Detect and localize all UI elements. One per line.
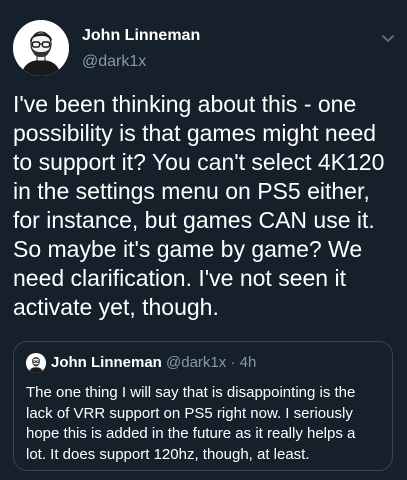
person-avatar-icon xyxy=(26,353,46,373)
quoted-tweet[interactable]: John Linneman @dark1x · 4h The one thing… xyxy=(13,341,393,471)
person-avatar-icon xyxy=(13,20,69,76)
quoted-author-display-name: John Linneman xyxy=(51,354,162,371)
quoted-tweet-timestamp: 4h xyxy=(239,354,257,371)
tweet-text: I've been thinking about this - one poss… xyxy=(13,91,385,320)
quoted-author-avatar xyxy=(26,353,46,373)
quoted-author-handle: @dark1x xyxy=(166,354,227,371)
author-avatar[interactable] xyxy=(13,20,69,76)
tweet-card: John Linneman @dark1x I've been thinking… xyxy=(0,0,407,480)
quoted-tweet-header: John Linneman @dark1x · 4h xyxy=(51,354,256,371)
separator-dot: · xyxy=(230,354,236,371)
tweet-menu-button[interactable] xyxy=(378,28,398,48)
quoted-tweet-text: The one thing I will say that is disappo… xyxy=(26,384,356,463)
author-handle[interactable]: @dark1x xyxy=(82,53,146,71)
chevron-down-icon xyxy=(382,35,394,42)
author-display-name[interactable]: John Linneman xyxy=(82,27,200,45)
